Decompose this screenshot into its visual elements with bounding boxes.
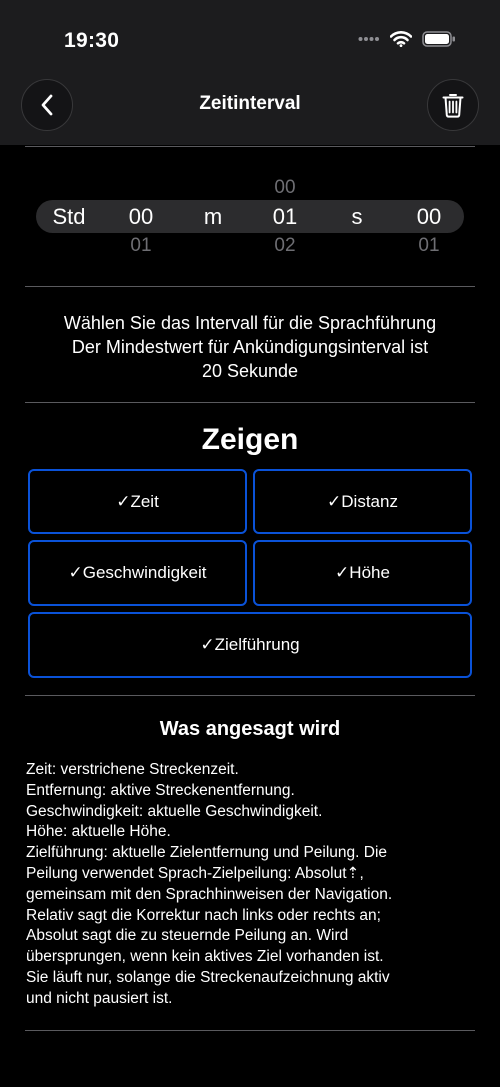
minutes-wheel-value[interactable]: 01 bbox=[273, 204, 297, 230]
info-line: Wählen Sie das Intervall für die Sprachf… bbox=[63, 313, 437, 333]
divider bbox=[25, 402, 475, 403]
toggle-zielfuehrung-button[interactable]: ✓Zielführung bbox=[28, 612, 472, 678]
announced-description: Zeit: verstrichene Streckenzeit. Entfern… bbox=[26, 760, 480, 1010]
status-time: 19:30 bbox=[64, 29, 120, 52]
description-line: Peilung verwendet Sprach-Zielpeilung: Ab… bbox=[26, 864, 364, 882]
interval-info: Wählen Sie das Intervall für die Sprachf… bbox=[25, 311, 475, 383]
delete-button[interactable] bbox=[427, 79, 479, 131]
seconds-label: s bbox=[351, 204, 363, 229]
navigation-bar: Zeitinterval bbox=[0, 70, 500, 145]
description-line: und nicht pausiert ist. bbox=[26, 989, 173, 1007]
toggle-geschwindigkeit-button[interactable]: ✓Geschwindigkeit bbox=[28, 540, 247, 606]
description-line: Absolut sagt die zu steuernde Peilung an… bbox=[26, 927, 349, 945]
divider bbox=[25, 286, 475, 287]
info-line: 20 Sekunde bbox=[201, 361, 299, 381]
announced-section-title: Was angesagt wird bbox=[159, 718, 341, 740]
description-line: Relativ sagt die Korrektur nach links od… bbox=[26, 906, 381, 924]
toggle-hoehe-button[interactable]: ✓Höhe bbox=[253, 540, 472, 606]
description-line: Sie läuft nur, solange die Streckenaufze… bbox=[26, 968, 390, 986]
status-icons bbox=[358, 31, 456, 47]
show-section-title: Zeigen bbox=[201, 423, 299, 456]
hours-wheel-value[interactable]: 00 bbox=[129, 204, 153, 230]
description-line: Zeit: verstrichene Streckenzeit. bbox=[26, 761, 239, 778]
trash-icon bbox=[442, 94, 464, 118]
description-line: Entfernung: aktive Streckenentfernung. bbox=[26, 781, 295, 799]
description-line: Geschwindigkeit: aktuelle Geschwindigkei… bbox=[26, 802, 323, 820]
divider bbox=[25, 146, 475, 147]
description-line: Höhe: aktuelle Höhe. bbox=[26, 823, 171, 841]
picker-selection-bar bbox=[36, 200, 464, 233]
hours-below-value[interactable]: 01 bbox=[130, 235, 151, 253]
status-bar: 19:30 bbox=[0, 0, 500, 70]
seconds-below-value[interactable]: 01 bbox=[418, 235, 439, 253]
seconds-wheel-value[interactable]: 00 bbox=[417, 204, 441, 230]
divider bbox=[25, 695, 475, 696]
minutes-label: m bbox=[203, 204, 223, 229]
info-line: Der Mindestwert für Ankündigungsinterval… bbox=[71, 337, 429, 357]
page-title: Zeitinterval bbox=[199, 93, 301, 114]
divider bbox=[25, 1030, 475, 1031]
description-line: gemeinsam mit den Sprachhinweisen der Na… bbox=[26, 885, 393, 903]
battery-icon bbox=[422, 31, 455, 47]
hours-label: Std bbox=[52, 204, 86, 229]
toggle-zeit-button[interactable]: ✓Zeit bbox=[28, 469, 247, 534]
signal-icon bbox=[358, 37, 379, 41]
description-line: Zielführung: aktuelle Zielentfernung und… bbox=[26, 844, 388, 862]
wifi-icon bbox=[390, 31, 412, 47]
minutes-above-value[interactable]: 00 bbox=[274, 177, 295, 199]
description-line: übersprungen, wenn kein aktives Ziel vor… bbox=[26, 948, 384, 966]
toggle-distanz-button[interactable]: ✓Distanz bbox=[253, 469, 472, 534]
minutes-below-value[interactable]: 02 bbox=[274, 235, 295, 253]
